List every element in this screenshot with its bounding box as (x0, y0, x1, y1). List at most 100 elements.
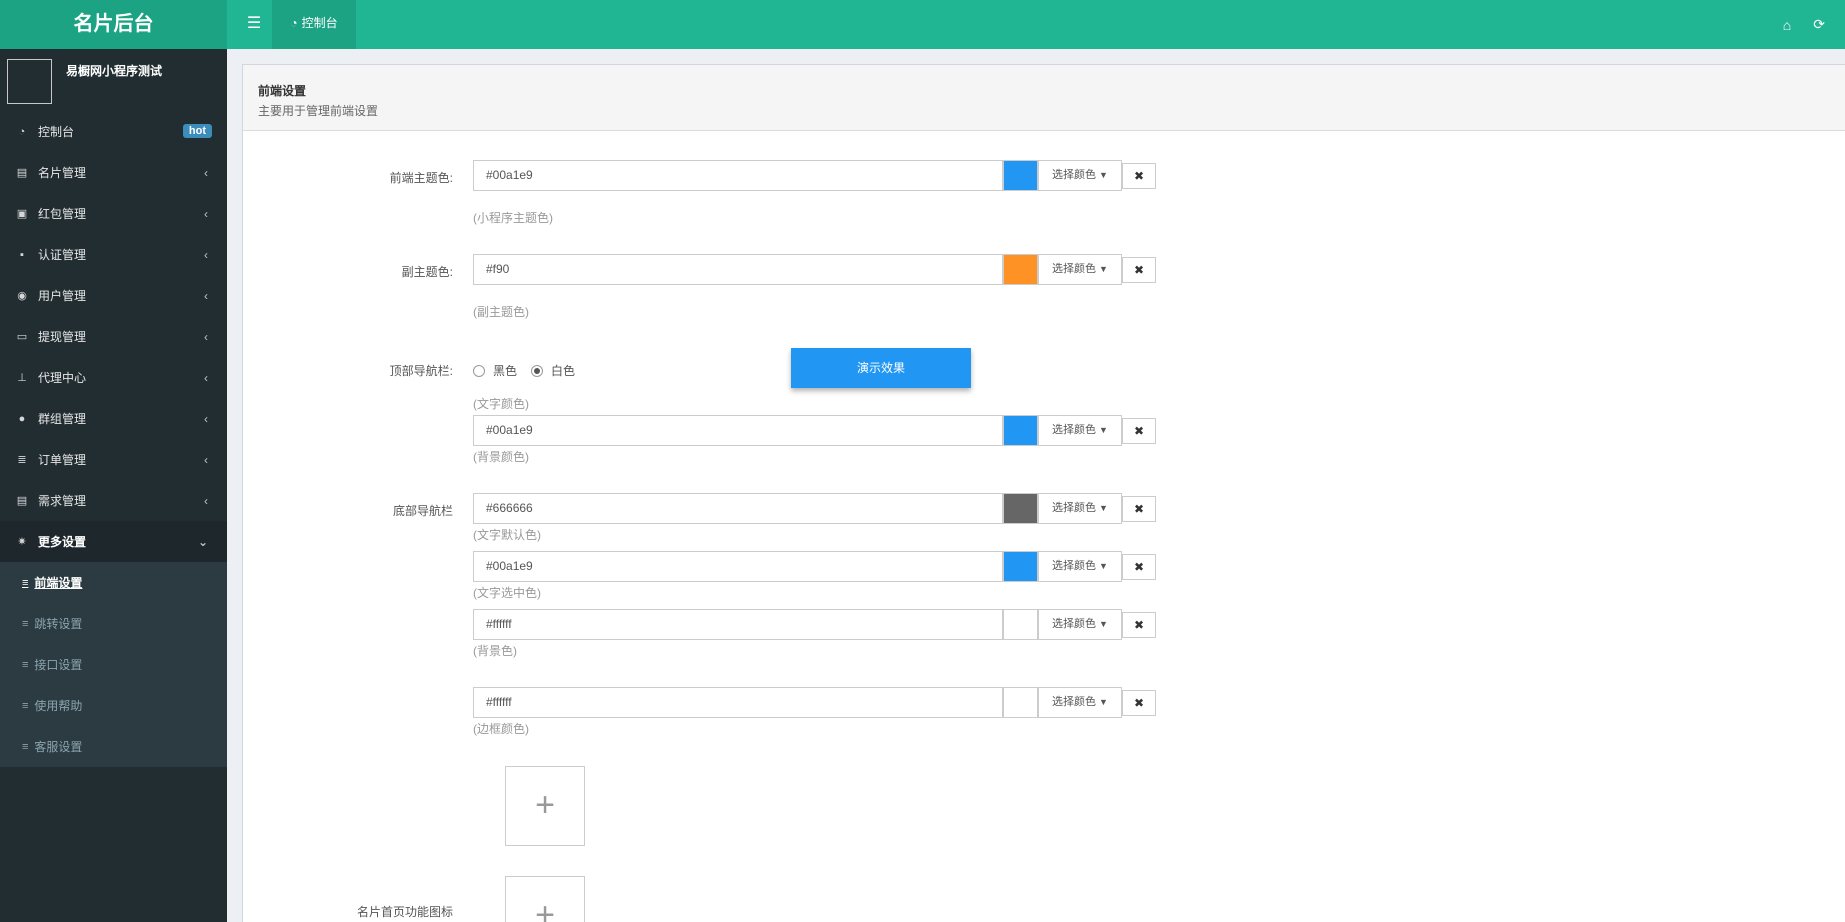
close-icon: ✖ (1133, 169, 1145, 183)
bottom-bg-clear-button[interactable]: ✖ (1122, 612, 1156, 638)
sidebar-item-demands[interactable]: ▤ 需求管理 ‹ (0, 480, 227, 521)
chevron-left-icon: ‹ (204, 165, 208, 180)
sidebar-item-agent[interactable]: ⊥ 代理中心 ‹ (0, 357, 227, 398)
bottom-text-swatch (1003, 493, 1038, 524)
sidebar-item-withdraw[interactable]: ▭ 提现管理 ‹ (0, 316, 227, 357)
demo-effect-button[interactable]: 演示效果 (791, 348, 971, 388)
sidebar: 易橱网小程序测试 ◔ 控制台 hot ▤ 名片管理 ‹ ▣ 红包管理 ‹ ▪ 认… (0, 49, 227, 922)
submenu-item-service[interactable]: ≡ 客服设置 (0, 726, 227, 767)
bottom-border-clear-button[interactable]: ✖ (1122, 690, 1156, 716)
menu-toggle-button[interactable]: ☰ (237, 0, 271, 49)
close-icon: ✖ (1133, 618, 1145, 632)
sidebar-item-more-settings[interactable]: ✷ 更多设置 ⌄ (0, 521, 227, 562)
theme-color-group: #00a1e9 选择颜色 ▼ ✖ (473, 160, 1156, 191)
bars-icon: ≡ (22, 740, 29, 753)
close-icon: ✖ (1133, 696, 1145, 710)
topnav-bg-input[interactable]: #00a1e9 (473, 415, 1003, 446)
submenu-item-label: 前端设置 (34, 576, 83, 590)
submenu-item-api[interactable]: ≡ 接口设置 (0, 644, 227, 685)
bottom-border-input[interactable]: #ffffff (473, 687, 1003, 718)
radio-white[interactable] (531, 364, 544, 377)
topnav-text-color-radios: 黑色 白色 (473, 362, 575, 379)
sidebar-item-orders[interactable]: ≣ 订单管理 ‹ (0, 439, 227, 480)
content-box: 前端设置 主要用于管理前端设置 前端主题色: #00a1e9 选择颜色 ▼ ✖ (… (242, 64, 1845, 922)
sidebar-item-label: 红包管理 (38, 207, 87, 221)
id-card-icon: ▤ (16, 167, 28, 179)
bottom-bg-input[interactable]: #ffffff (473, 609, 1003, 640)
chevron-left-icon: ‹ (204, 288, 208, 303)
bottom-bg-pick-color-button[interactable]: 选择颜色 ▼ (1038, 609, 1122, 640)
box-header: 前端设置 主要用于管理前端设置 (243, 65, 1845, 131)
bottom-text-input[interactable]: #666666 (473, 493, 1003, 524)
sidebar-item-groups[interactable]: ● 群组管理 ‹ (0, 398, 227, 439)
top-navbar: 名片后台 ☰ ◔ 控制台 ⌂ ⟳ (0, 0, 1845, 49)
theme-clear-button[interactable]: ✖ (1122, 163, 1156, 189)
bottom-text-clear-button[interactable]: ✖ (1122, 496, 1156, 522)
bottom-selected-clear-button[interactable]: ✖ (1122, 554, 1156, 580)
theme-color-input[interactable]: #00a1e9 (473, 160, 1003, 191)
sidebar-item-label: 用户管理 (38, 289, 87, 303)
sub-color-label: 副主题色: (401, 265, 453, 279)
submenu-item-help[interactable]: ≡ 使用帮助 (0, 685, 227, 726)
sub-color-group: #f90 选择颜色 ▼ ✖ (473, 254, 1156, 285)
caret-down-icon: ▼ (1099, 170, 1108, 180)
chevron-left-icon: ‹ (204, 206, 208, 221)
theme-color-help: (小程序主题色) (473, 211, 553, 225)
sidebar-item-label: 提现管理 (38, 330, 87, 344)
home-icon[interactable]: ⌂ (1783, 17, 1791, 33)
caret-down-icon: ▼ (1099, 264, 1108, 274)
submenu-item-frontend[interactable]: ≡ 前端设置 (0, 562, 227, 603)
dashboard-icon: ◔ (18, 125, 26, 138)
page-title: 前端设置 (258, 84, 307, 98)
tab-dashboard[interactable]: ◔ 控制台 (272, 0, 356, 49)
bottom-border-group: #ffffff 选择颜色 ▼ ✖ (473, 687, 1156, 718)
sidebar-item-redpacket[interactable]: ▣ 红包管理 ‹ (0, 193, 227, 234)
bottom-selected-swatch (1003, 551, 1038, 582)
bottom-selected-pick-color-button[interactable]: 选择颜色 ▼ (1038, 551, 1122, 582)
chevron-left-icon: ‹ (204, 329, 208, 344)
sidebar-item-users[interactable]: ◉ 用户管理 ‹ (0, 275, 227, 316)
sub-color-input[interactable]: #f90 (473, 254, 1003, 285)
bottom-bg-help: (背景色) (473, 644, 517, 658)
bottom-selected-input[interactable]: #00a1e9 (473, 551, 1003, 582)
close-icon: ✖ (1133, 424, 1145, 438)
homepage-icon-upload-box[interactable]: + (505, 876, 585, 922)
theme-pick-color-button[interactable]: 选择颜色 ▼ (1038, 160, 1122, 191)
bars-icon: ≡ (22, 576, 29, 589)
caret-down-icon: ▼ (1099, 619, 1108, 629)
topnav-bg-swatch (1003, 415, 1038, 446)
bottom-bg-group: #ffffff 选择颜色 ▼ ✖ (473, 609, 1156, 640)
settings-submenu: ≡ 前端设置 ≡ 跳转设置 ≡ 接口设置 ≡ 使用帮助 ≡ 客服设置 (0, 562, 227, 767)
sidebar-item-certification[interactable]: ▪ 认证管理 ‹ (0, 234, 227, 275)
money-icon: ▭ (16, 331, 28, 343)
theme-color-label: 前端主题色: (389, 171, 453, 185)
sidebar-item-cards[interactable]: ▤ 名片管理 ‹ (0, 152, 227, 193)
chevron-left-icon: ‹ (204, 411, 208, 426)
tab-dashboard-label: 控制台 (301, 16, 338, 30)
sub-clear-button[interactable]: ✖ (1122, 257, 1156, 283)
sidebar-item-label: 控制台 (38, 125, 75, 139)
bottom-border-pick-color-button[interactable]: 选择颜色 ▼ (1038, 687, 1122, 718)
sub-color-swatch (1003, 254, 1038, 285)
sidebar-item-label: 名片管理 (38, 166, 87, 180)
submenu-item-label: 跳转设置 (34, 617, 83, 631)
refresh-icon[interactable]: ⟳ (1813, 16, 1825, 33)
bottom-text-pick-color-button[interactable]: 选择颜色 ▼ (1038, 493, 1122, 524)
sidebar-item-dashboard[interactable]: ◔ 控制台 hot (0, 111, 227, 152)
user-badge-icon: ▪ (20, 248, 24, 261)
submenu-item-redirect[interactable]: ≡ 跳转设置 (0, 603, 227, 644)
topnav-bg-group: #00a1e9 选择颜色 ▼ ✖ (473, 415, 1156, 446)
radio-black[interactable] (473, 364, 485, 377)
pick-color-label: 选择颜色 (1052, 263, 1097, 275)
sub-pick-color-button[interactable]: 选择颜色 ▼ (1038, 254, 1122, 285)
topnav-pick-color-button[interactable]: 选择颜色 ▼ (1038, 415, 1122, 446)
archive-icon: ▣ (16, 208, 28, 220)
sidebar-item-label: 代理中心 (38, 371, 87, 385)
list-alt-icon: ▤ (16, 495, 28, 507)
topnav-clear-button[interactable]: ✖ (1122, 418, 1156, 444)
dashboard-icon: ◔ (290, 16, 298, 30)
icon-upload-box[interactable]: + (505, 766, 585, 846)
app-logo[interactable]: 名片后台 (0, 0, 227, 49)
users-icon: ● (18, 412, 26, 425)
sidebar-item-label: 群组管理 (38, 412, 87, 426)
